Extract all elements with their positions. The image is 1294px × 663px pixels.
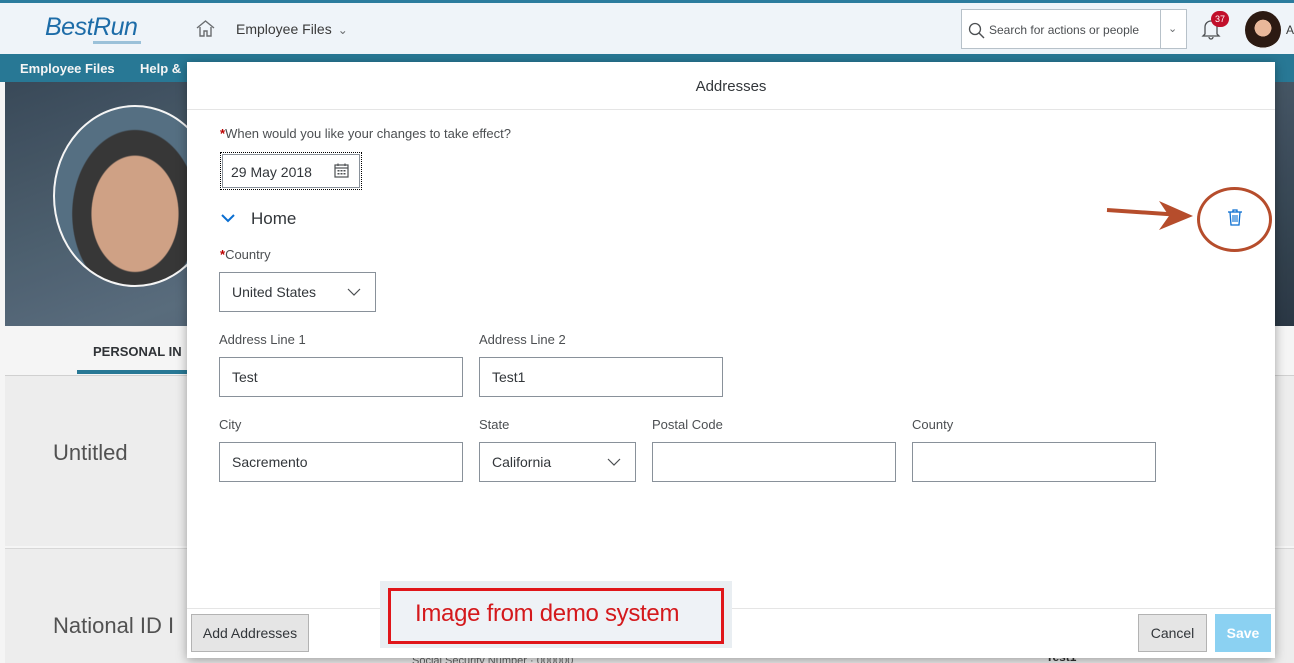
address-line2-label: Address Line 2 [479, 332, 566, 347]
collapse-chevron-icon[interactable] [220, 212, 236, 224]
effective-date-input[interactable]: 29 May 2018 [231, 164, 312, 180]
search-icon [968, 22, 985, 39]
company-logo[interactable]: BestRun [45, 13, 138, 42]
module-picker-label: Employee Files [236, 21, 332, 37]
address-line1-input[interactable]: Test [219, 357, 463, 397]
state-select[interactable]: California [479, 442, 636, 482]
chevron-down-icon: ⌄ [337, 23, 348, 37]
search-input[interactable]: Search for actions or people [989, 23, 1139, 37]
state-label: State [479, 417, 510, 432]
chevron-down-icon [347, 288, 361, 296]
country-label-text: Country [225, 247, 271, 262]
address-line1-label: Address Line 1 [219, 332, 306, 347]
country-label: *Country [220, 247, 271, 262]
dialog-header: Addresses [187, 62, 1275, 110]
cancel-button[interactable]: Cancel [1138, 614, 1207, 652]
chevron-down-icon [607, 458, 621, 466]
home-icon[interactable] [196, 20, 215, 37]
country-select[interactable]: United States [219, 272, 376, 312]
shell-header: BestRun Employee Files ⌄ Search for actio… [0, 0, 1294, 54]
search-scope-dropdown[interactable]: ⌄ [1160, 10, 1186, 48]
effective-date-label-text: When would you like your changes to take… [225, 126, 511, 141]
calendar-icon[interactable] [334, 163, 349, 178]
user-name-initial: A [1286, 23, 1294, 37]
add-addresses-button[interactable]: Add Addresses [191, 614, 309, 652]
demo-label-text: Image from demo system [415, 600, 680, 627]
logo-underline [93, 41, 141, 44]
annotation-arrow [1106, 201, 1193, 230]
chevron-down-icon: ⌄ [1168, 23, 1178, 35]
country-value: United States [232, 284, 317, 300]
county-input[interactable] [912, 442, 1156, 482]
addresses-dialog: Addresses *When would you like your chan… [187, 62, 1275, 658]
module-picker[interactable]: Employee Files ⌄ [236, 21, 348, 37]
city-label: City [219, 417, 242, 432]
effective-date-picker[interactable]: 29 May 2018 [220, 152, 362, 190]
user-avatar[interactable] [1245, 11, 1281, 49]
dialog-title: Addresses [695, 78, 767, 95]
annotation-circle [1197, 187, 1272, 252]
county-label: County [912, 417, 954, 432]
effective-date-label: *When would you like your changes to tak… [220, 126, 511, 141]
search-box[interactable]: Search for actions or people ⌄ [961, 9, 1187, 49]
home-section-title[interactable]: Home [251, 209, 296, 229]
postal-code-label: Postal Code [652, 417, 723, 432]
state-value: California [492, 454, 552, 470]
save-button[interactable]: Save [1215, 614, 1271, 652]
app-root: BestRun Employee Files ⌄ Search for actio… [0, 0, 1294, 663]
notification-badge: 37 [1211, 11, 1229, 27]
address-line2-input[interactable]: Test1 [479, 357, 723, 397]
postal-code-input[interactable] [652, 442, 896, 482]
city-input[interactable]: Sacremento [219, 442, 463, 482]
